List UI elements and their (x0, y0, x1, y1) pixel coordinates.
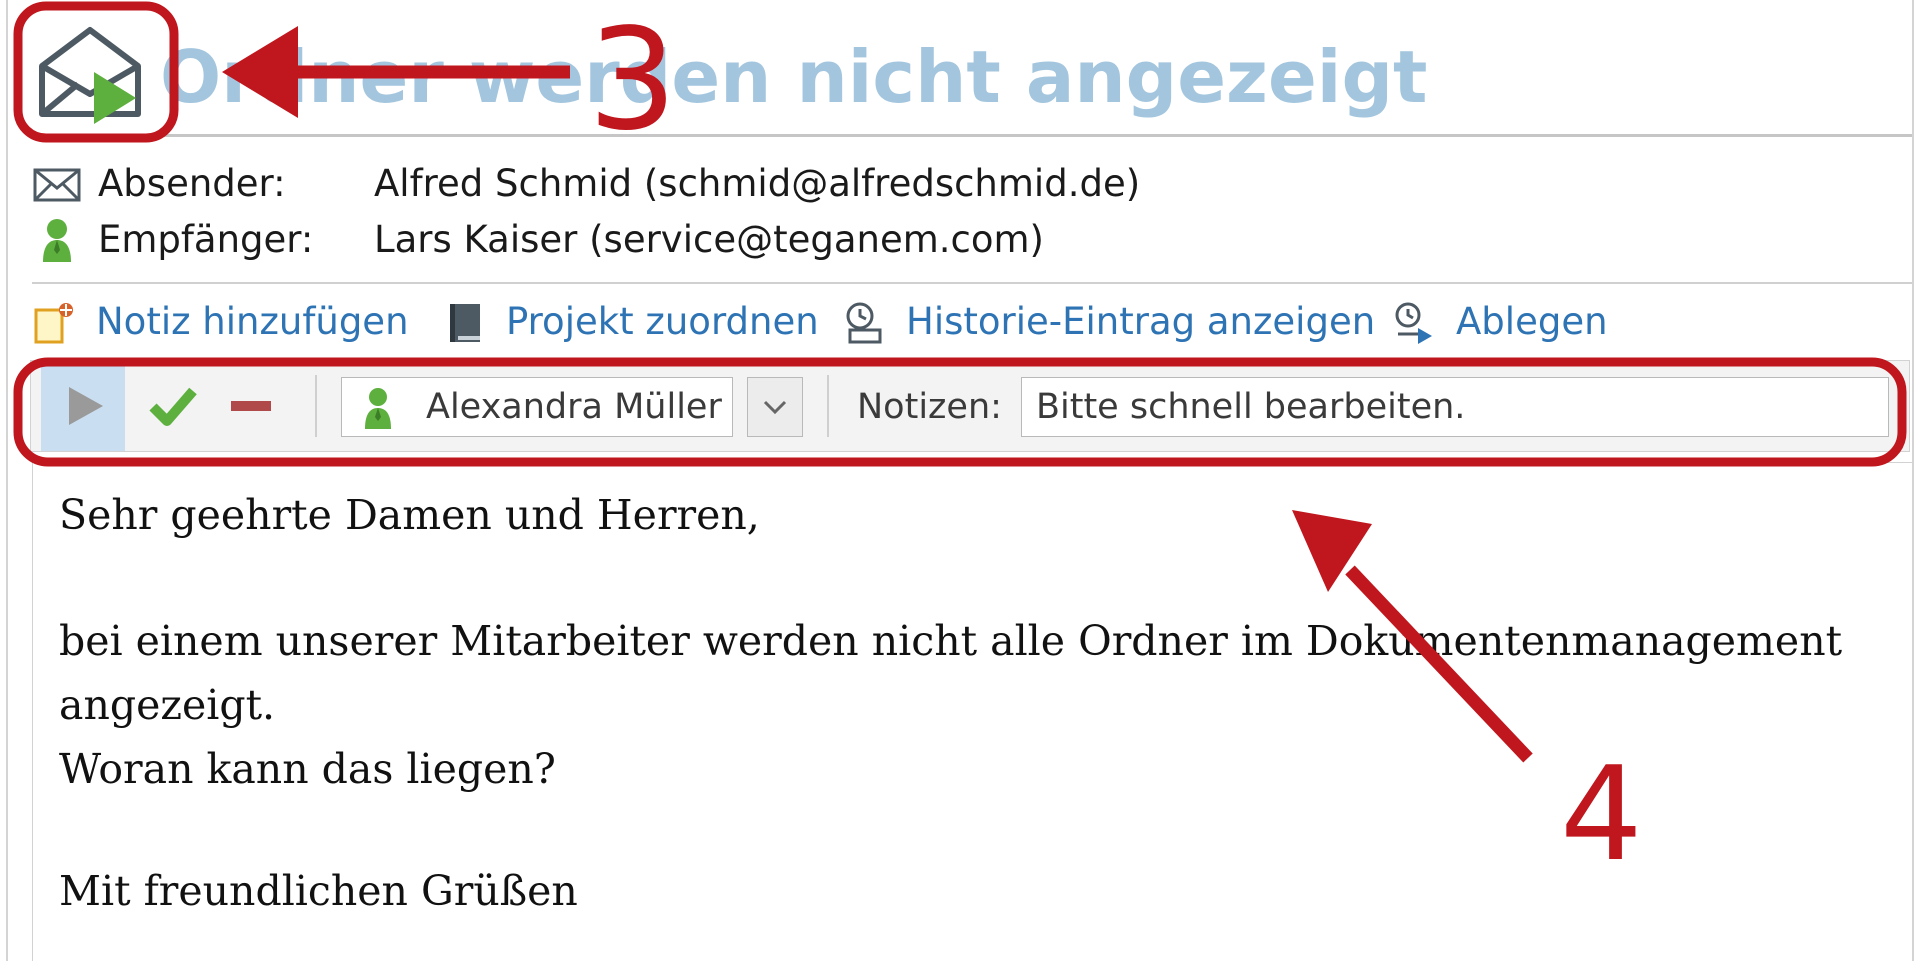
annotation-number-3: 3 (588, 0, 678, 162)
project-book-icon (442, 300, 488, 346)
contact-person-icon (356, 386, 400, 430)
window-border-left (6, 0, 8, 961)
toolbar-separator (827, 375, 829, 437)
mail-ticket-status-icon[interactable] (36, 22, 144, 126)
page-title: Ordner werden nicht angezeigt (160, 35, 1428, 119)
envelope-icon (32, 160, 82, 208)
assign-project-label: Projekt zuordnen (506, 300, 819, 343)
history-entry-icon (842, 300, 888, 346)
sender-label: Absender: (98, 162, 286, 205)
file-away-icon (1392, 300, 1438, 346)
body-line: Woran kann das liegen? (59, 745, 556, 793)
title-divider (32, 134, 1912, 137)
annotation-number-4: 4 (1560, 738, 1643, 890)
show-history-entry-label: Historie-Eintrag anzeigen (906, 300, 1376, 343)
body-line: angezeigt. (59, 681, 276, 729)
body-line: Sehr geehrte Damen und Herren, (59, 491, 760, 539)
complete-button[interactable] (131, 361, 215, 451)
minus-icon (231, 401, 271, 411)
chevron-down-icon (763, 400, 787, 415)
body-line: bei einem unserer Mitarbeiter werden nic… (59, 617, 1843, 665)
assignee-select[interactable]: Alexandra Müller (341, 377, 733, 437)
notes-label: Notizen: (857, 387, 1002, 427)
sender-value: Alfred Schmid (schmid@alfredschmid.de) (374, 162, 1141, 205)
checkmark-icon (149, 387, 197, 426)
reject-button[interactable] (211, 361, 295, 451)
toolbar-separator (315, 375, 317, 437)
body-line: Mit freundlichen Grüßen (59, 867, 578, 915)
add-note-label: Notiz hinzufügen (96, 300, 409, 343)
notes-input[interactable] (1021, 377, 1889, 437)
assignee-name: Alexandra Müller (426, 387, 722, 427)
play-icon (69, 387, 103, 425)
action-bar: Notiz hinzufügen Projekt zuordnen Histor… (32, 294, 1892, 350)
note-add-icon (32, 300, 78, 346)
recipient-label: Empfänger: (98, 218, 314, 261)
recipient-value: Lars Kaiser (service@teganem.com) (374, 218, 1044, 261)
file-away-label: Ablegen (1456, 300, 1608, 343)
assignee-dropdown-button[interactable] (747, 377, 803, 437)
header-divider (32, 282, 1912, 284)
window-border-right (1912, 0, 1914, 961)
contact-person-icon (32, 216, 82, 264)
ticket-toolbar: Alexandra Müller Notizen: (30, 360, 1910, 452)
start-button[interactable] (41, 361, 125, 451)
